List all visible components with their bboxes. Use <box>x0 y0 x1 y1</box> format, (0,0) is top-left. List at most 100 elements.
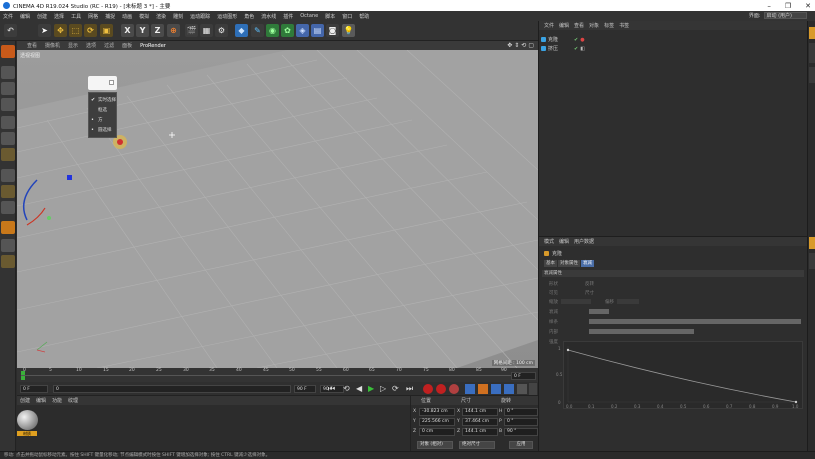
spline-slider[interactable] <box>589 319 801 324</box>
step-forward-icon[interactable]: ▷ <box>380 384 386 393</box>
section-header[interactable]: 衰减属性 <box>542 270 804 277</box>
material-menu-create[interactable]: 创建 <box>20 397 30 404</box>
size-field[interactable]: 144.1 cm <box>462 408 498 416</box>
render-view-icon[interactable]: 🎬 <box>185 24 198 37</box>
camera-icon[interactable]: ◙ <box>326 24 339 37</box>
menu-item[interactable]: 选择 <box>54 13 64 20</box>
preview-end-field[interactable]: 90 F <box>294 385 316 393</box>
start-frame-field[interactable]: 0 F <box>20 385 48 393</box>
coord-mode-select[interactable]: 对象 (相对) <box>417 441 453 449</box>
points-mode-icon[interactable] <box>1 116 15 129</box>
viewport-menu-item[interactable]: 显示 <box>68 42 78 49</box>
texture-mode-icon[interactable] <box>1 82 15 95</box>
inner-slider[interactable] <box>589 329 694 334</box>
current-frame-field[interactable]: 0 F <box>511 372 536 380</box>
subdivision-icon[interactable]: ◉ <box>266 24 279 37</box>
menu-item[interactable]: 创建 <box>37 13 47 20</box>
om-menu-bookmarks[interactable]: 书签 <box>619 22 629 29</box>
material-name-label[interactable]: 材质 <box>17 431 37 436</box>
menu-item[interactable]: 雕刻 <box>173 13 183 20</box>
rotation-field[interactable]: 0 ° <box>504 408 538 416</box>
record-icon[interactable] <box>423 384 433 394</box>
light-icon[interactable]: 💡 <box>342 24 355 37</box>
position-field[interactable]: 225.566 cm <box>419 418 455 426</box>
mograph-cloner-icon[interactable]: ✿ <box>281 24 294 37</box>
falloff-curve-graph[interactable]: 1 0.5 0 0.0 0.1 0.2 0.3 0.4 0.5 0.6 0.7 … <box>556 341 803 409</box>
orbit-icon[interactable]: ⟲ <box>521 42 526 49</box>
snap-icon[interactable] <box>1 201 15 214</box>
render-picture-viewer-icon[interactable]: ▦ <box>200 24 213 37</box>
sculpt-icon[interactable] <box>1 255 15 268</box>
render-settings-icon[interactable]: ⚙ <box>215 24 228 37</box>
position-field[interactable]: 0 cm <box>419 428 455 436</box>
om-menu-view[interactable]: 查看 <box>574 22 584 29</box>
om-menu-edit[interactable]: 编辑 <box>559 22 569 29</box>
om-menu-objects[interactable]: 对象 <box>589 22 599 29</box>
size-mode-select[interactable]: 绝对尺寸 <box>459 441 495 449</box>
am-menu-mode[interactable]: 模式 <box>544 238 554 245</box>
model-mode-icon[interactable] <box>1 66 15 79</box>
menu-item[interactable]: 帮助 <box>359 13 369 20</box>
dolly-icon[interactable]: ⇕ <box>514 42 519 49</box>
menu-item[interactable]: 捕捉 <box>105 13 115 20</box>
menu-item[interactable]: 网格 <box>88 13 98 20</box>
material-menu-edit[interactable]: 编辑 <box>36 397 46 404</box>
menu-item[interactable]: 流水线 <box>261 13 276 20</box>
apply-button[interactable]: 应用 <box>509 441 533 449</box>
keyframe-selection-icon[interactable] <box>449 384 459 394</box>
play-icon[interactable]: ▶ <box>368 384 374 393</box>
make-editable-icon[interactable] <box>1 45 15 58</box>
z-axis-icon[interactable]: Z <box>151 24 164 37</box>
key-rotation-icon[interactable] <box>491 384 501 394</box>
viewport-menu-item[interactable]: 查看 <box>27 42 37 49</box>
menu-item[interactable]: 运动图形 <box>217 13 237 20</box>
polygons-mode-icon[interactable] <box>1 148 15 161</box>
restore-icon[interactable]: ❐ <box>785 2 791 10</box>
layers-tab[interactable] <box>809 253 815 269</box>
menu-item[interactable]: 编辑 <box>20 13 30 20</box>
viewport-menu-item[interactable]: ProRender <box>140 43 166 49</box>
menu-item[interactable]: 运动跟踪 <box>190 13 210 20</box>
viewport-menu-item[interactable]: 选项 <box>86 42 96 49</box>
size-field[interactable]: 37.464 cm <box>462 418 498 426</box>
menu-item[interactable]: 脚本 <box>325 13 335 20</box>
step-back-icon[interactable]: ◀ <box>356 384 362 393</box>
menu-item[interactable]: Octane <box>300 13 318 19</box>
undo-icon[interactable]: ↶ <box>4 24 17 37</box>
attributes-tab[interactable] <box>809 237 815 249</box>
menu-item[interactable]: 模拟 <box>139 13 149 20</box>
subtab-object[interactable]: 对象属性 <box>558 260 580 267</box>
content-browser-tab[interactable] <box>809 43 815 63</box>
context-menu-item[interactable]: ✔ 实时选择 <box>89 95 116 105</box>
size-field[interactable]: 144.1 cm <box>462 428 498 436</box>
timeline-ruler[interactable]: 0 5 10 15 20 25 30 35 40 45 50 55 60 65 … <box>17 368 538 382</box>
axis-mode-icon[interactable] <box>1 169 15 182</box>
key-pla-icon[interactable] <box>517 384 527 394</box>
visibility-check-icon[interactable]: ✔ <box>574 37 578 43</box>
tweak-icon[interactable] <box>1 185 15 198</box>
y-axis-icon[interactable]: Y <box>136 24 149 37</box>
deformer-icon[interactable]: ◈ <box>296 24 309 37</box>
cube-icon[interactable]: ◆ <box>235 24 248 37</box>
key-parameter-icon[interactable] <box>504 384 514 394</box>
position-field[interactable]: -30.823 cm <box>419 408 455 416</box>
subtab-basic[interactable]: 基本 <box>544 260 557 267</box>
subtab-falloff[interactable]: 衰减 <box>581 260 594 267</box>
menu-item[interactable]: 工具 <box>71 13 81 20</box>
next-key-icon[interactable]: ⟳ <box>392 384 399 393</box>
material-menu-function[interactable]: 功能 <box>52 397 62 404</box>
scale-icon[interactable]: ⬚ <box>69 24 82 37</box>
context-menu-item[interactable]: • 圆选择 <box>89 125 116 135</box>
object-row-extrude[interactable]: 挤压 ✔ ◧ <box>541 44 803 53</box>
om-menu-file[interactable]: 文件 <box>544 22 554 29</box>
move-icon[interactable]: ✥ <box>54 24 67 37</box>
rotation-field[interactable]: 0 ° <box>504 418 538 426</box>
pan-icon[interactable]: ✥ <box>507 42 512 49</box>
timeline-window-icon[interactable] <box>529 383 537 395</box>
coordinate-system-icon[interactable]: ⊕ <box>167 24 180 37</box>
floor-icon[interactable]: ▤ <box>311 24 324 37</box>
context-menu-item[interactable]: 框选 <box>89 105 116 115</box>
tag-icon[interactable]: ◧ <box>580 46 585 52</box>
key-position-icon[interactable] <box>465 384 475 394</box>
object-row-cloner[interactable]: 克隆 ✔ ● <box>541 35 803 44</box>
